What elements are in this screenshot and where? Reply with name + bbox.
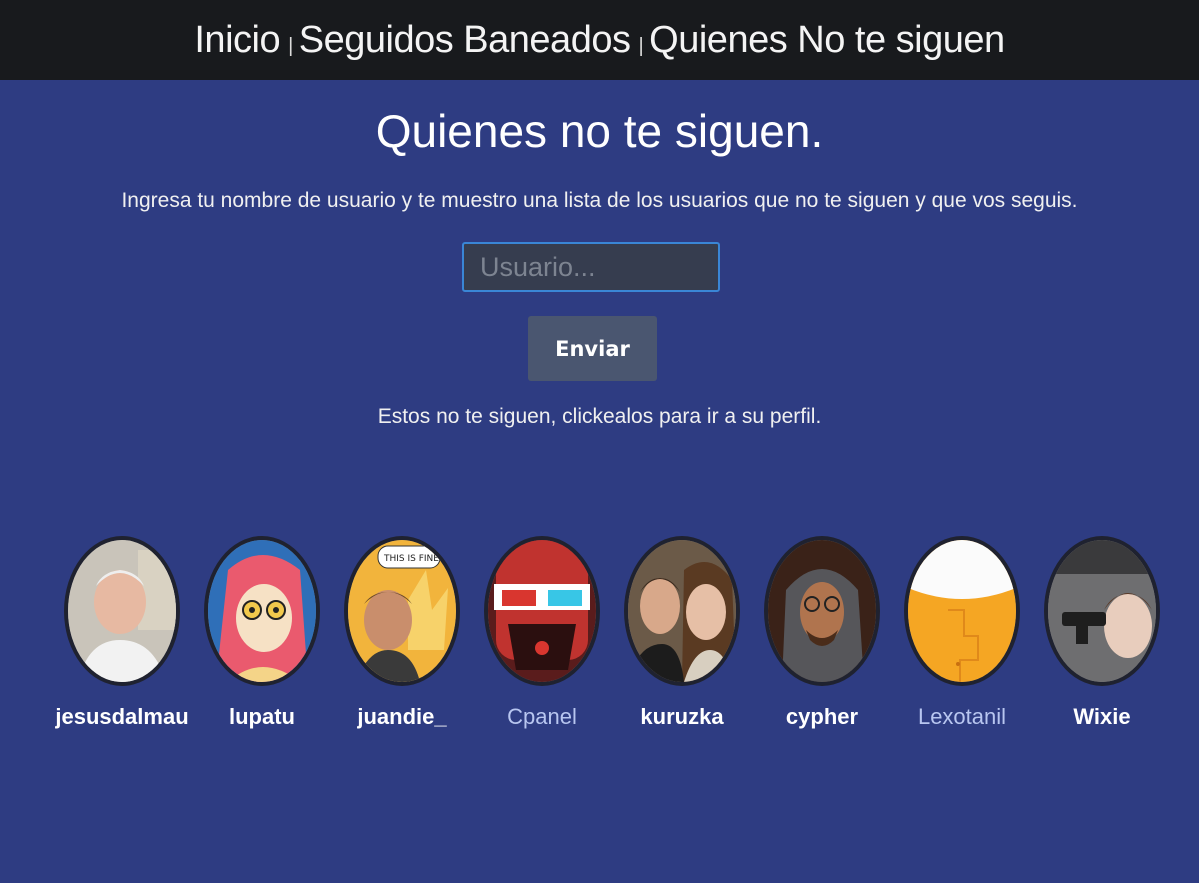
user-card-wixie[interactable]: Wixie [1032,536,1172,736]
results-hint: Estos no te siguen, clickealos para ir a… [377,405,822,428]
svg-text:THIS IS FINE: THIS IS FINE [383,554,439,564]
avatar [64,536,180,686]
top-navbar: Inicio | Seguidos Baneados | Quienes No … [0,0,1199,80]
user-list: jesusdalmau lupatu THIS IS FINE juandie_… [52,536,1192,736]
user-card-cpanel[interactable]: Cpanel [472,536,612,736]
avatar: THIS IS FINE [344,536,460,686]
nav-separator: | [288,34,293,57]
user-card-juandie[interactable]: THIS IS FINE juandie_ [332,536,472,736]
page-title: Quienes no te siguen. [375,105,824,157]
nav-link-quienes-no-te-siguen[interactable]: Quienes No te siguen [649,19,1005,62]
user-card-lexotanil[interactable]: Lexotanil [892,536,1032,736]
username-label: Cpanel [507,704,577,729]
submit-button[interactable]: Enviar [528,316,657,381]
username-label: kuruzka [640,704,724,729]
username-label: juandie_ [357,704,447,729]
username-label: jesusdalmau [55,704,189,729]
avatar [1044,536,1160,686]
avatar [624,536,740,686]
user-card-cypher[interactable]: cypher [752,536,892,736]
nav-link-seguidos-baneados[interactable]: Seguidos Baneados [299,19,631,62]
user-card-jesusdalmau[interactable]: jesusdalmau [52,536,192,736]
nav-link-inicio[interactable]: Inicio [194,19,280,62]
username-label: lupatu [229,704,295,729]
page-description: Ingresa tu nombre de usuario y te muestr… [121,189,1078,212]
user-card-kuruzka[interactable]: kuruzka [612,536,752,736]
username-label: cypher [785,704,859,729]
avatar [764,536,880,686]
avatar [904,536,1020,686]
username-input[interactable] [462,242,720,292]
username-label: Wixie [1073,704,1131,729]
username-label: Lexotanil [917,704,1007,729]
avatar [204,536,320,686]
nav-separator: | [638,34,644,57]
user-card-lupatu[interactable]: lupatu [192,536,332,736]
avatar [484,536,600,686]
